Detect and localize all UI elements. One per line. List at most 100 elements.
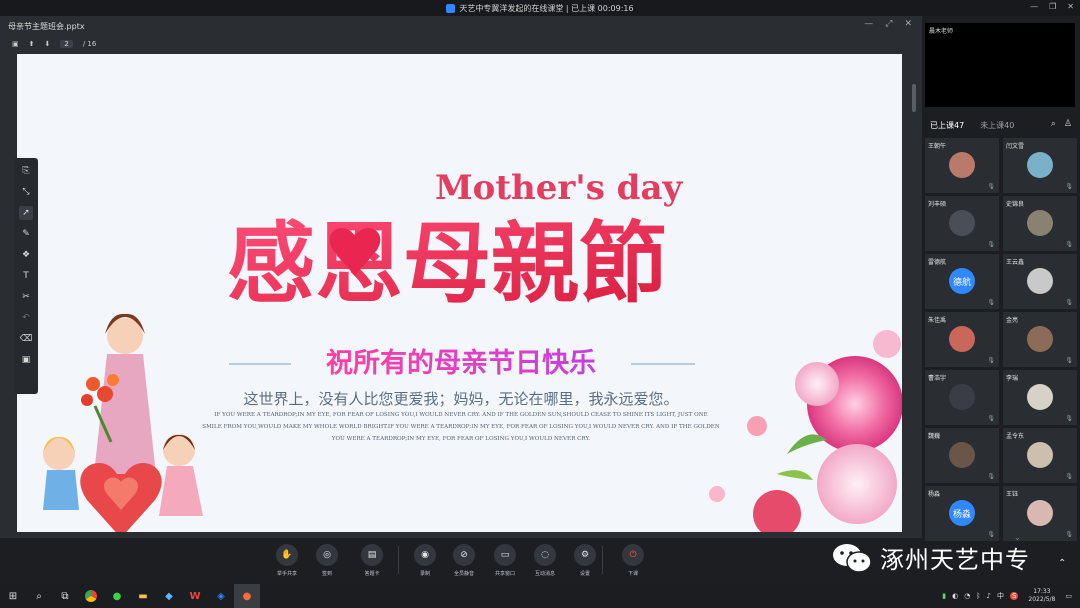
minimize-button[interactable]: — [1030, 2, 1038, 11]
student-tile[interactable]: 朱佳禹 🎙 [925, 312, 999, 367]
settings-button[interactable]: ⚙ 设置 [568, 544, 602, 577]
sign-in-button[interactable]: ◎ 签到 [310, 544, 344, 577]
slide-tagline: 这世界上，没有人比您更爱我；妈妈，无论在哪里，我永远爱您。 [243, 390, 678, 408]
microphone-muted-icon[interactable]: 🎙 [987, 415, 995, 422]
student-tile[interactable]: 杨淼 杨淼 🎙 [925, 486, 999, 541]
restore-button[interactable]: ❐ [1049, 2, 1056, 11]
doc-close-button[interactable]: ✕ [904, 19, 912, 29]
student-name: 朱佳禹 [928, 317, 947, 324]
chrome-app-icon[interactable] [78, 584, 104, 608]
eraser-icon[interactable]: ⌫ [19, 332, 33, 346]
microphone-muted-icon[interactable]: 🎙 [987, 473, 995, 480]
student-tile[interactable]: 金亮 🎙 [1003, 312, 1077, 367]
toolbar-divider [398, 546, 399, 574]
wechat-app-icon[interactable]: ● [104, 584, 130, 608]
sign-in-label: 签到 [321, 571, 332, 577]
prev-page-icon[interactable]: ⬆ [29, 40, 35, 48]
select-cursor-icon[interactable]: ➚ [19, 206, 33, 220]
student-tile[interactable]: 雷德航 德航 🎙 [925, 254, 999, 309]
task-view-icon[interactable]: ⧉ [52, 584, 78, 608]
microphone-muted-icon[interactable]: 🎙 [987, 299, 995, 306]
pen-icon[interactable]: ✎ [19, 227, 33, 241]
dingtalk-app-icon[interactable]: ◈ [208, 584, 234, 608]
feishu-app-icon[interactable]: ◆ [156, 584, 182, 608]
search-icon[interactable]: ⌕ [1051, 119, 1056, 129]
text-icon[interactable]: T [19, 269, 33, 283]
window-title: 天艺中专翼洋发起的在线课堂 | 已上课 00:09:16 [459, 3, 634, 13]
search-icon[interactable]: ⌕ [26, 584, 52, 608]
sidebar-toggle-icon[interactable]: ▣ [12, 40, 19, 48]
answer-card-button[interactable]: ▤ 答题卡 [355, 544, 389, 577]
page-number-input[interactable]: 2 [60, 40, 73, 48]
network-icon[interactable]: ◔ [964, 592, 970, 600]
student-tile[interactable]: 王云鑫 🎙 [1003, 254, 1077, 309]
shapes-icon[interactable]: ❖ [19, 248, 33, 262]
microphone-muted-icon[interactable]: 🎙 [1065, 183, 1073, 190]
microphone-muted-icon[interactable]: 🎙 [1065, 299, 1073, 306]
student-tile[interactable]: 王朝午 🎙 [925, 138, 999, 193]
mute-all-button[interactable]: ⊘ 全员静音 [447, 544, 481, 577]
microphone-muted-icon[interactable]: 🎙 [987, 241, 995, 248]
microphone-muted-icon[interactable]: 🎙 [1065, 531, 1073, 538]
file-explorer-icon[interactable]: ▬ [130, 584, 156, 608]
share-window-button[interactable]: ▭ 共享窗口 [488, 544, 522, 577]
file-icon[interactable]: ⎘ [19, 164, 33, 178]
microphone-muted-icon[interactable]: 🎙 [1065, 473, 1073, 480]
record-button[interactable]: ◉ 录制 [408, 544, 442, 577]
raise-hand-button[interactable]: ✋ 举手共享 [270, 544, 304, 577]
toolbox-icon[interactable]: ▣ [19, 353, 33, 367]
slide-scrollbar[interactable] [912, 84, 916, 112]
volume-icon[interactable]: ♪ [987, 592, 991, 600]
doc-minimize-button[interactable]: — [864, 19, 873, 29]
student-name: 雷德航 [928, 259, 947, 266]
avatar [1027, 500, 1053, 526]
slide-canvas: 感恩母親節 Mother's day 祝所有的母亲节日快乐 这世界上，没有人比您… [17, 54, 902, 532]
student-tile[interactable]: 孟令东 🎙 [1003, 428, 1077, 483]
microphone-muted-icon[interactable]: 🎙 [1065, 415, 1073, 422]
microphone-muted-icon[interactable]: 🎙 [987, 531, 995, 538]
next-page-icon[interactable]: ⬇ [45, 40, 51, 48]
chevron-up-icon[interactable]: ⌃ [1058, 558, 1066, 569]
notification-icon[interactable]: ▭ [1065, 592, 1072, 600]
tab-absent[interactable]: 未上课40 [980, 120, 1014, 131]
wps-app-icon[interactable]: W [182, 584, 208, 608]
avatar [949, 210, 975, 236]
tab-present[interactable]: 已上课47 [930, 120, 964, 131]
student-tile[interactable]: 曹浩宇 🎙 [925, 370, 999, 425]
sogou-icon[interactable]: S [1009, 592, 1019, 600]
student-name: 闫文雪 [1006, 143, 1025, 150]
doc-fullscreen-button[interactable]: ⤢ [885, 19, 892, 29]
student-name: 王云鑫 [1006, 259, 1025, 266]
student-tile[interactable]: 李瑞 🎙 [1003, 370, 1077, 425]
microphone-muted-icon[interactable]: 🎙 [987, 357, 995, 364]
student-tile[interactable]: 史锦良 🎙 [1003, 196, 1077, 251]
classroom-icon [446, 3, 456, 13]
undo-icon[interactable]: ↶ [19, 311, 33, 325]
record-label: 录制 [419, 571, 430, 577]
exit-class-button[interactable]: ⏻ 下课 [616, 544, 650, 577]
student-tile[interactable]: 魏巍 🎙 [925, 428, 999, 483]
teacher-video[interactable]: 晨木老师 [925, 23, 1075, 107]
ime-indicator[interactable]: 中 [997, 591, 1004, 601]
battery-icon[interactable]: ▮ [942, 592, 946, 600]
microphone-muted-icon[interactable]: 🎙 [1065, 357, 1073, 364]
bluetooth-icon[interactable]: ᛒ [976, 592, 980, 600]
start-button[interactable]: ⊞ [0, 584, 26, 608]
interactive-msg-button[interactable]: ◌ 互动消息 [528, 544, 562, 577]
windows-taskbar: ⊞ ⌕ ⧉ ● ▬ ◆ W ◈ ● ▮ ◐ ◔ ᛒ ♪ 中 S 17:33 20… [0, 584, 1080, 608]
laser-pointer-icon[interactable]: ⤡ [19, 185, 33, 199]
clock[interactable]: 17:33 2022/5/8 [1028, 588, 1055, 604]
wechat-tray-icon[interactable]: ◐ [952, 592, 958, 600]
student-name: 史锦良 [1006, 201, 1025, 208]
classroom-app-icon[interactable]: ● [234, 584, 260, 608]
participants-panel: 晨木老师 已上课47 未上课40 ⌕ ♙ 王朝午 🎙 闫文雪 🎙 刘丰硕 🎙 史锦良 🎙 雷德航… [922, 16, 1080, 584]
student-tile[interactable]: 闫文雪 🎙 [1003, 138, 1077, 193]
microphone-muted-icon[interactable]: 🎙 [1065, 241, 1073, 248]
microphone-muted-icon[interactable]: 🎙 [987, 183, 995, 190]
scissors-icon[interactable]: ✂ [19, 290, 33, 304]
user-settings-icon[interactable]: ♙ [1064, 119, 1072, 129]
slide-title-cn: 感恩母親節 [227, 211, 667, 315]
student-tile[interactable]: 刘丰硕 🎙 [925, 196, 999, 251]
close-button[interactable]: ✕ [1067, 2, 1074, 11]
student-name: 杨淼 [928, 491, 941, 498]
